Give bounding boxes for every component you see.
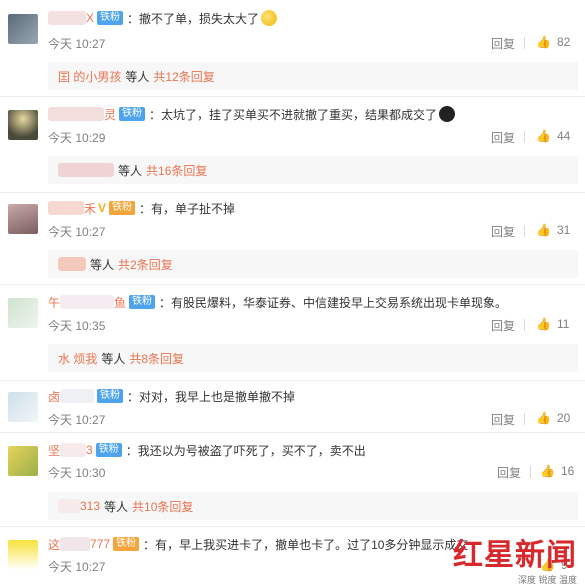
avatar[interactable] <box>8 392 38 422</box>
laugh-emoji-icon <box>261 10 278 26</box>
username[interactable]: 3 <box>86 443 93 457</box>
reply-user[interactable]: 313 <box>80 499 100 513</box>
comment-text: ：太坑了，挂了买单买不进就撤了重买，结果都成交了 <box>149 107 438 122</box>
avatar[interactable] <box>8 110 38 140</box>
shocked-emoji-icon <box>439 106 456 122</box>
fan-badge: 铁粉 <box>97 389 124 403</box>
fan-badge: 铁粉 <box>119 107 146 121</box>
avatar[interactable] <box>8 298 38 328</box>
like-button[interactable]: 👍 44 <box>536 129 570 143</box>
timestamp: 今天 10:35 <box>48 319 106 333</box>
like-count: 31 <box>556 223 571 237</box>
reply-user[interactable]: 囯 的小男孩 <box>58 68 121 85</box>
reply-button[interactable]: 回复 <box>491 411 515 428</box>
fan-badge: 铁粉 <box>129 295 156 309</box>
sub-replies-bar[interactable]: 等人 共16条回复 <box>48 156 578 184</box>
timestamp: 今天 10:30 <box>48 466 106 480</box>
verified-v-icon: V <box>98 201 107 215</box>
more-replies-link[interactable]: 共2条回复 <box>118 256 173 273</box>
avatar[interactable] <box>8 540 38 570</box>
thumbs-up-icon: 👍 <box>536 129 551 143</box>
sub-replies-bar[interactable]: 囯 的小男孩 等人 共12条回复 <box>48 62 578 90</box>
reply-user[interactable]: 水 烦我 <box>58 350 97 367</box>
like-count: 44 <box>556 129 571 143</box>
like-button[interactable]: 👍 11 <box>536 317 569 331</box>
comment-text: ：我还以为号被盗了吓死了，买不了，卖不出 <box>125 443 366 458</box>
timestamp: 今天 10:27 <box>48 225 106 239</box>
sub-replies-bar[interactable]: 313 等人 共10条回复 <box>48 492 578 520</box>
username[interactable]: 鱼 <box>114 294 126 311</box>
username-prefix[interactable]: 午 <box>48 294 60 311</box>
sub-replies-bar[interactable]: 水 烦我 等人 共8条回复 <box>48 344 578 372</box>
avatar[interactable] <box>8 446 38 476</box>
more-replies-link[interactable]: 共10条回复 <box>132 498 193 515</box>
thumbs-up-icon: 👍 <box>536 411 551 425</box>
username-prefix[interactable]: 这 <box>48 536 60 553</box>
thumbs-up-icon: 👍 <box>536 35 551 49</box>
timestamp: 今天 10:27 <box>48 560 106 574</box>
like-count: 20 <box>556 411 571 425</box>
username-prefix[interactable]: 坚 <box>48 442 60 459</box>
avatar[interactable] <box>8 204 38 234</box>
username[interactable]: 777 <box>90 537 110 551</box>
comment-text: ：有股民爆料，华泰证券、中信建投早上交易系统出现卡单现象。 <box>159 295 508 310</box>
thumbs-up-icon: 👍 <box>536 317 551 331</box>
timestamp: 今天 10:27 <box>48 37 106 51</box>
reply-button[interactable]: 回复 <box>491 317 515 334</box>
username[interactable]: 禾 <box>84 200 96 217</box>
comment-text: ：对对，我早上也是撤单撤不掉 <box>127 389 296 404</box>
like-button[interactable]: 👍 82 <box>536 35 570 49</box>
like-button[interactable]: 👍 16 <box>540 464 574 478</box>
fan-badge: 铁粉 <box>95 443 122 457</box>
more-replies-link[interactable]: 共12条回复 <box>153 68 214 85</box>
username-prefix[interactable]: 卤 <box>48 388 60 405</box>
more-replies-link[interactable]: 共8条回复 <box>129 350 184 367</box>
red-star-news-watermark: 红星新闻 <box>453 530 577 574</box>
timestamp: 今天 10:27 <box>48 413 106 427</box>
reply-button[interactable]: 回复 <box>491 129 515 146</box>
like-button[interactable]: 👍 31 <box>536 223 570 237</box>
avatar[interactable] <box>8 14 38 44</box>
username[interactable]: 灵 <box>104 106 116 123</box>
reply-button[interactable]: 回复 <box>491 35 515 52</box>
like-count: 16 <box>560 464 575 478</box>
timestamp: 今天 10:29 <box>48 131 106 145</box>
like-count: 82 <box>556 35 571 49</box>
like-count: 11 <box>556 317 570 331</box>
comment-text: ：有，单子扯不掉 <box>139 201 236 216</box>
like-button[interactable]: 👍 20 <box>536 411 570 425</box>
more-replies-link[interactable]: 共16条回复 <box>146 162 207 179</box>
watermark-slogan: 深度 锐度 温度 <box>517 575 577 585</box>
thumbs-up-icon: 👍 <box>536 223 551 237</box>
comment-text: ：有，早上我买进卡了，撤单也卡了。过了10多分钟显示成交 <box>143 537 469 552</box>
fan-badge: 铁粉 <box>109 201 136 215</box>
reply-button[interactable]: 回复 <box>491 223 515 240</box>
reply-button[interactable]: 回复 <box>497 464 521 481</box>
thumbs-up-icon: 👍 <box>540 464 555 478</box>
fan-badge: 铁粉 <box>113 537 140 551</box>
username[interactable]: X <box>86 11 94 25</box>
sub-replies-bar[interactable]: 等人 共2条回复 <box>48 250 578 278</box>
watermark-logo: 红星新闻 <box>453 538 577 573</box>
fan-badge: 铁粉 <box>97 11 124 25</box>
comment-text: ：撤不了单，损失太大了 <box>127 11 260 26</box>
